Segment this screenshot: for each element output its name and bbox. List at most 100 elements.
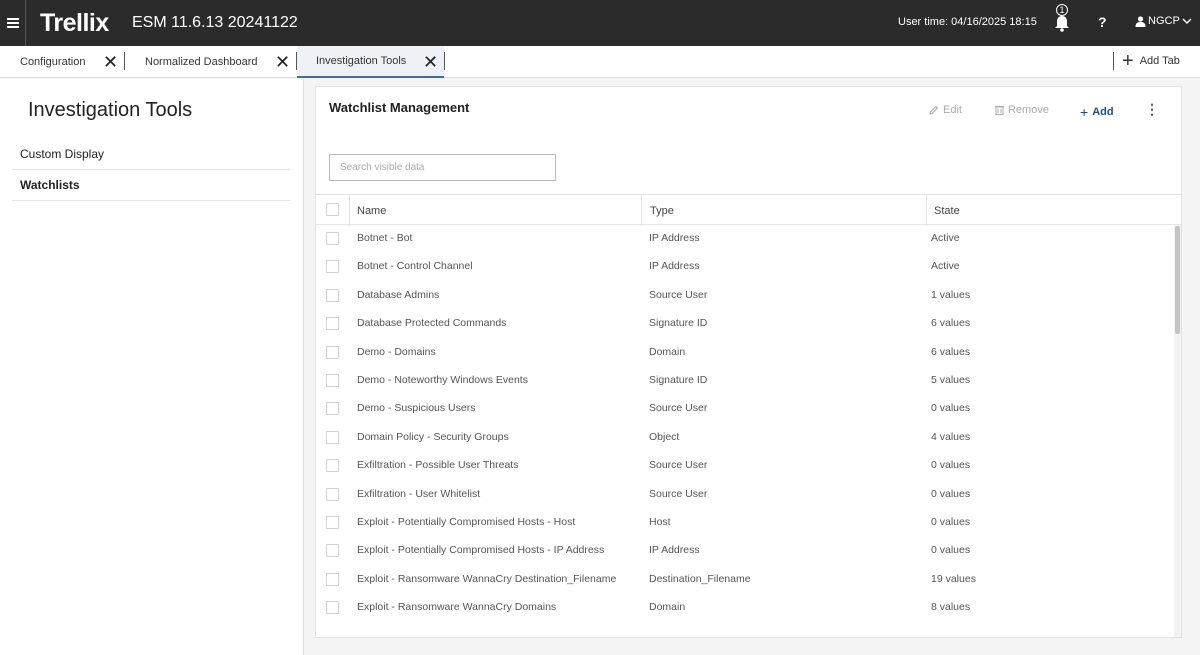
trellix-logo[interactable]: Trellix [40, 9, 109, 38]
table-header: Name Type State [316, 194, 1181, 226]
cell-state: 1 values [931, 288, 971, 301]
cell-state: 4 values [931, 430, 971, 443]
cell-type: Host [649, 515, 671, 528]
table-row[interactable]: Demo - Noteworthy Windows Events Signatur… [316, 367, 1174, 395]
row-checkbox[interactable] [326, 260, 339, 274]
cell-type: Source User [649, 402, 708, 415]
row-checkbox[interactable] [326, 317, 339, 331]
tab-label: Normalized Dashboard [145, 56, 258, 68]
tab-label: Investigation Tools [316, 55, 407, 67]
tab-investigation-tools[interactable]: Investigation Tools ✕ [297, 46, 444, 78]
table-row[interactable]: Database Admins Source User 1 values [316, 282, 1174, 310]
row-checkbox[interactable] [326, 544, 339, 558]
user-name: NGCP [1148, 15, 1180, 27]
page-title: Watchlist Management [329, 100, 470, 115]
close-icon[interactable]: ✕ [103, 53, 118, 71]
row-checkbox[interactable] [326, 572, 339, 586]
column-divider [641, 195, 642, 226]
table-row[interactable]: Exfiltration - User Whitelist Source User… [316, 481, 1174, 509]
table-row[interactable]: Demo - Domains Domain 6 values [316, 339, 1174, 367]
cell-name: Demo - Noteworthy Windows Events [357, 373, 528, 386]
sidebar-item-watchlists[interactable]: Watchlists [12, 170, 290, 201]
add-tab-label: Add Tab [1139, 55, 1180, 67]
cell-state: Active [931, 232, 960, 244]
table-row[interactable]: Exploit - Potentially Compromised Hosts … [316, 537, 1174, 565]
tab-divider [444, 52, 445, 70]
sidebar-item-custom-display[interactable]: Custom Display [12, 139, 290, 170]
column-divider [926, 195, 927, 226]
plus-icon: + [1122, 50, 1134, 72]
table-row[interactable]: Demo - Suspicious Users Source User 0 valu… [316, 395, 1174, 423]
pencil-icon [929, 105, 939, 115]
cell-type: IP Address [649, 232, 700, 244]
cell-state: 0 values [931, 544, 971, 557]
cell-name: Demo - Domains [357, 345, 436, 358]
cell-type: IP Address [649, 260, 700, 273]
column-header-type[interactable]: Type [650, 205, 674, 217]
row-checkbox[interactable] [326, 288, 339, 302]
row-checkbox[interactable] [326, 345, 339, 359]
table-row[interactable]: Botnet - Control Channel IP Address Active [316, 253, 1174, 281]
add-tab-button[interactable]: + Add Tab [1122, 50, 1180, 72]
watchlist-management-panel: Watchlist Management Edit Remove + Add ⋮… [315, 86, 1182, 638]
scrollbar-thumb[interactable] [1175, 226, 1180, 334]
more-options-icon[interactable]: ⋮ [1145, 101, 1159, 118]
table-row[interactable]: Botnet - Bot IP Address Active [316, 225, 1174, 253]
watchlist-table-body: Botnet - Bot IP Address Active Botnet - Con… [316, 225, 1174, 622]
row-checkbox[interactable] [326, 487, 339, 501]
cell-name: Exploit - Ransomware WannaCry Destinatio… [357, 572, 617, 585]
hamburger-icon[interactable] [0, 0, 26, 46]
cell-type: IP Address [649, 544, 700, 557]
cell-type: Source User [649, 459, 708, 472]
sidebar-title: Investigation Tools [28, 99, 193, 121]
cell-state: 5 values [931, 373, 971, 386]
table-row[interactable]: Domain Policy - Security Groups Object 4 v… [316, 424, 1174, 452]
cell-state: 6 values [931, 345, 971, 358]
cell-type: Object [649, 430, 680, 443]
row-checkbox[interactable] [326, 459, 339, 473]
bell-icon [1055, 16, 1069, 32]
table-row[interactable]: Exploit - Ransomware WannaCry Destinatio… [316, 566, 1174, 594]
table-row[interactable]: Exfiltration - Possible User Threats Sour… [316, 452, 1174, 480]
row-checkbox[interactable] [326, 601, 339, 615]
cell-state: 0 values [931, 402, 971, 415]
cell-type: Signature ID [649, 373, 708, 386]
cell-name: Database Admins [357, 288, 440, 301]
edit-label: Edit [943, 104, 962, 116]
remove-label: Remove [1008, 104, 1049, 116]
column-header-name[interactable]: Name [357, 205, 386, 217]
row-checkbox[interactable] [326, 232, 339, 245]
close-icon[interactable]: ✕ [423, 53, 438, 71]
cell-type: Domain [649, 601, 686, 614]
table-row[interactable]: Exploit - Potentially Compromised Hosts … [316, 509, 1174, 537]
tab-bar: Configuration ✕ Normalized Dashboard ✕ I… [0, 46, 1200, 78]
user-menu[interactable]: NGCP [1135, 15, 1192, 27]
vertical-scrollbar[interactable] [1174, 225, 1181, 637]
cell-name: Botnet - Control Channel [357, 260, 473, 273]
cell-state: 0 values [931, 487, 971, 500]
row-checkbox[interactable] [326, 402, 339, 416]
close-icon[interactable]: ✕ [275, 53, 290, 71]
row-checkbox[interactable] [326, 373, 339, 387]
row-checkbox[interactable] [326, 430, 339, 444]
table-row[interactable]: Database Protected Commands Signature ID 6… [316, 310, 1174, 338]
cell-name: Database Protected Commands [357, 317, 507, 330]
search-input[interactable] [329, 154, 556, 181]
cell-type: Source User [649, 487, 708, 500]
cell-name: Exfiltration - Possible User Threats [357, 459, 519, 472]
remove-button[interactable]: Remove [995, 104, 1049, 116]
column-header-state[interactable]: State [934, 205, 960, 217]
tab-configuration[interactable]: Configuration ✕ [0, 46, 124, 78]
table-row[interactable]: Exploit - Ransomware WannaCry Domains Dom… [316, 594, 1174, 622]
select-all-checkbox[interactable] [326, 203, 339, 216]
plus-icon: + [1080, 104, 1089, 120]
edit-button[interactable]: Edit [929, 104, 962, 116]
chevron-down-icon [1182, 18, 1192, 24]
tab-normalized-dashboard[interactable]: Normalized Dashboard ✕ [125, 46, 296, 78]
notifications-button[interactable]: 1 [1052, 4, 1072, 34]
add-button[interactable]: + Add [1080, 104, 1114, 120]
cell-type: Domain [649, 345, 686, 358]
cell-type: Signature ID [649, 317, 708, 330]
help-button[interactable]: ? [1098, 14, 1107, 30]
row-checkbox[interactable] [326, 515, 339, 529]
